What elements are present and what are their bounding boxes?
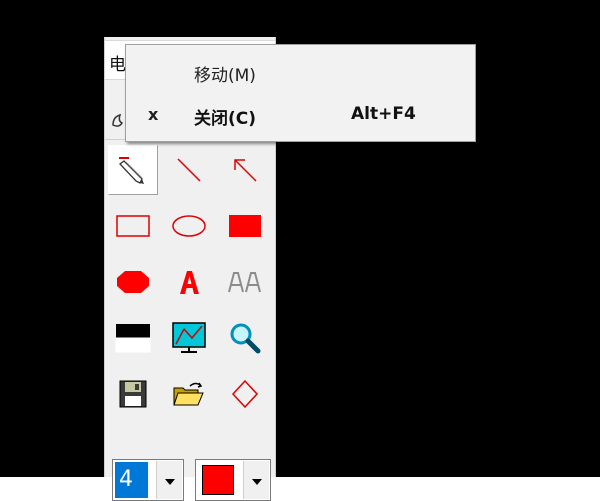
magnifier-icon — [227, 320, 263, 356]
menu-item-move[interactable]: 移动(M) — [126, 53, 475, 93]
zoom-tool-button[interactable] — [220, 313, 270, 363]
screen-tool-button[interactable] — [164, 313, 214, 363]
close-icon: x — [148, 105, 159, 124]
arrow-tool-button[interactable] — [220, 145, 270, 195]
ellipse-outline-icon — [170, 211, 208, 241]
black-white-icon — [114, 321, 152, 355]
diamond-tool-button[interactable] — [220, 369, 270, 419]
ellipse-tool-button[interactable] — [164, 201, 214, 251]
chevron-down-icon — [251, 471, 263, 490]
open-folder-icon — [172, 378, 206, 410]
line-icon — [172, 153, 206, 187]
open-tool-button[interactable] — [164, 369, 214, 419]
line-width-value: 4 — [115, 462, 148, 498]
floppy-disk-icon — [117, 378, 149, 410]
chevron-down-icon — [164, 471, 176, 490]
text-tool-button[interactable] — [164, 257, 214, 307]
color-dropdown-button[interactable] — [243, 461, 269, 499]
ellipse-filled-icon — [114, 267, 152, 297]
color-select[interactable] — [195, 459, 271, 501]
menu-item-shortcut: Alt+F4 — [351, 104, 416, 124]
line-width-select[interactable]: 4 — [112, 459, 184, 501]
drop-icon[interactable] — [111, 113, 125, 133]
menu-item-close[interactable]: x 关闭(C) Alt+F4 — [126, 96, 475, 136]
diamond-outline-icon — [228, 377, 262, 411]
pencil-icon — [116, 153, 150, 187]
menu-item-label: 移动(M) — [194, 66, 256, 86]
menu-item-label: 关闭(C) — [194, 109, 257, 129]
black-white-tool-button[interactable] — [108, 313, 158, 363]
text-gray-aa-icon — [226, 265, 264, 299]
filled-ellipse-tool-button[interactable] — [108, 257, 158, 307]
screen-icon — [170, 320, 208, 356]
rectangle-outline-icon — [114, 211, 152, 241]
rectangle-filled-icon — [226, 211, 264, 241]
save-tool-button[interactable] — [108, 369, 158, 419]
line-width-dropdown-button[interactable] — [156, 461, 182, 499]
line-tool-button[interactable] — [164, 145, 214, 195]
pencil-tool-button[interactable] — [108, 145, 158, 195]
screen: 电 4 移动(M) x 关闭(C) Alt+F4 — [0, 0, 600, 501]
color-swatch — [202, 465, 234, 495]
text-style-tool-button[interactable] — [220, 257, 270, 307]
rectangle-tool-button[interactable] — [108, 201, 158, 251]
filled-rectangle-tool-button[interactable] — [220, 201, 270, 251]
text-red-a-icon — [172, 265, 206, 299]
arrow-icon — [228, 153, 262, 187]
window-system-menu: 移动(M) x 关闭(C) Alt+F4 — [125, 44, 476, 142]
